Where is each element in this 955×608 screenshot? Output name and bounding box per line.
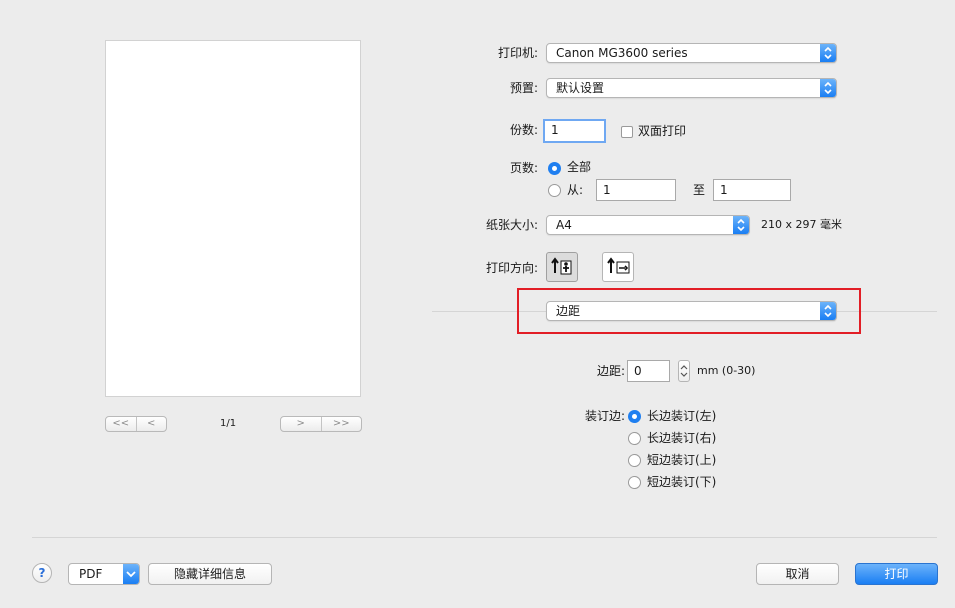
duplex-checkbox[interactable] xyxy=(621,126,633,138)
portrait-icon xyxy=(551,257,572,275)
printer-select[interactable]: Canon MG3600 series xyxy=(546,43,837,63)
presets-value: 默认设置 xyxy=(556,81,605,95)
pages-to-label: 至 xyxy=(693,183,706,197)
pages-from-label: 从: xyxy=(567,183,584,197)
first-page-button[interactable]: << xyxy=(106,417,136,431)
binding-option-label: 长边装订(右) xyxy=(647,431,717,445)
printer-label: 打印机: xyxy=(497,46,538,60)
cancel-button[interactable]: 取消 xyxy=(756,563,839,585)
binding-long-left-radio[interactable] xyxy=(628,410,641,423)
paper-size-value: A4 xyxy=(556,218,572,232)
pages-label: 页数: xyxy=(509,161,538,175)
binding-long-right-radio[interactable] xyxy=(628,432,641,445)
pages-to-field[interactable]: 1 xyxy=(713,179,791,201)
chevron-updown-icon xyxy=(733,216,749,234)
portrait-orientation-button[interactable] xyxy=(546,252,578,282)
presets-label: 预置: xyxy=(509,81,538,95)
pdf-label: PDF xyxy=(79,567,103,581)
landscape-icon xyxy=(607,257,630,274)
binding-label: 装订边: xyxy=(584,409,625,423)
printer-value: Canon MG3600 series xyxy=(556,46,688,60)
margin-stepper[interactable] xyxy=(678,360,690,382)
orientation-label: 打印方向: xyxy=(485,261,538,275)
pages-all-label: 全部 xyxy=(567,160,592,174)
chevron-updown-icon xyxy=(820,44,836,62)
paper-size-label: 纸张大小: xyxy=(485,218,538,232)
binding-short-bottom-radio[interactable] xyxy=(628,476,641,489)
paper-dimensions: 210 x 297 毫米 xyxy=(761,218,842,231)
print-button[interactable]: 打印 xyxy=(855,563,938,585)
chevron-down-icon xyxy=(123,564,139,584)
stepper-arrows-icon xyxy=(680,365,688,377)
margin-range: mm (0-30) xyxy=(697,364,756,377)
chevron-updown-icon xyxy=(820,79,836,97)
binding-short-top-radio[interactable] xyxy=(628,454,641,467)
footer-divider xyxy=(32,537,937,538)
preview-forward-buttons[interactable]: > >> xyxy=(280,416,362,432)
copies-label: 份数: xyxy=(509,123,538,137)
landscape-orientation-button[interactable] xyxy=(602,252,634,282)
section-value: 边距 xyxy=(556,304,581,318)
copies-field[interactable]: 1 xyxy=(543,119,606,143)
pages-range-radio[interactable] xyxy=(548,184,561,197)
binding-option-label: 短边装订(上) xyxy=(647,453,717,467)
help-button[interactable]: ? xyxy=(32,563,52,583)
previous-page-button[interactable]: < xyxy=(135,417,167,431)
hide-details-button[interactable]: 隐藏详细信息 xyxy=(148,563,272,585)
presets-select[interactable]: 默认设置 xyxy=(546,78,837,98)
margin-field[interactable]: 0 xyxy=(627,360,670,382)
duplex-label: 双面打印 xyxy=(638,124,687,138)
preview-back-buttons[interactable]: << < xyxy=(105,416,167,432)
pages-all-radio[interactable] xyxy=(548,162,561,175)
page-indicator: 1/1 xyxy=(220,418,237,429)
last-page-button[interactable]: >> xyxy=(320,417,362,431)
paper-size-select[interactable]: A4 xyxy=(546,215,750,235)
binding-option-label: 长边装订(左) xyxy=(647,409,717,423)
chevron-updown-icon xyxy=(820,302,836,320)
pdf-menu-button[interactable]: PDF xyxy=(68,563,140,585)
binding-option-label: 短边装订(下) xyxy=(647,475,717,489)
margin-label: 边距: xyxy=(596,364,625,378)
section-select[interactable]: 边距 xyxy=(546,301,837,321)
pages-from-field[interactable]: 1 xyxy=(596,179,676,201)
next-page-button[interactable]: > xyxy=(281,417,321,431)
print-preview xyxy=(105,40,361,397)
